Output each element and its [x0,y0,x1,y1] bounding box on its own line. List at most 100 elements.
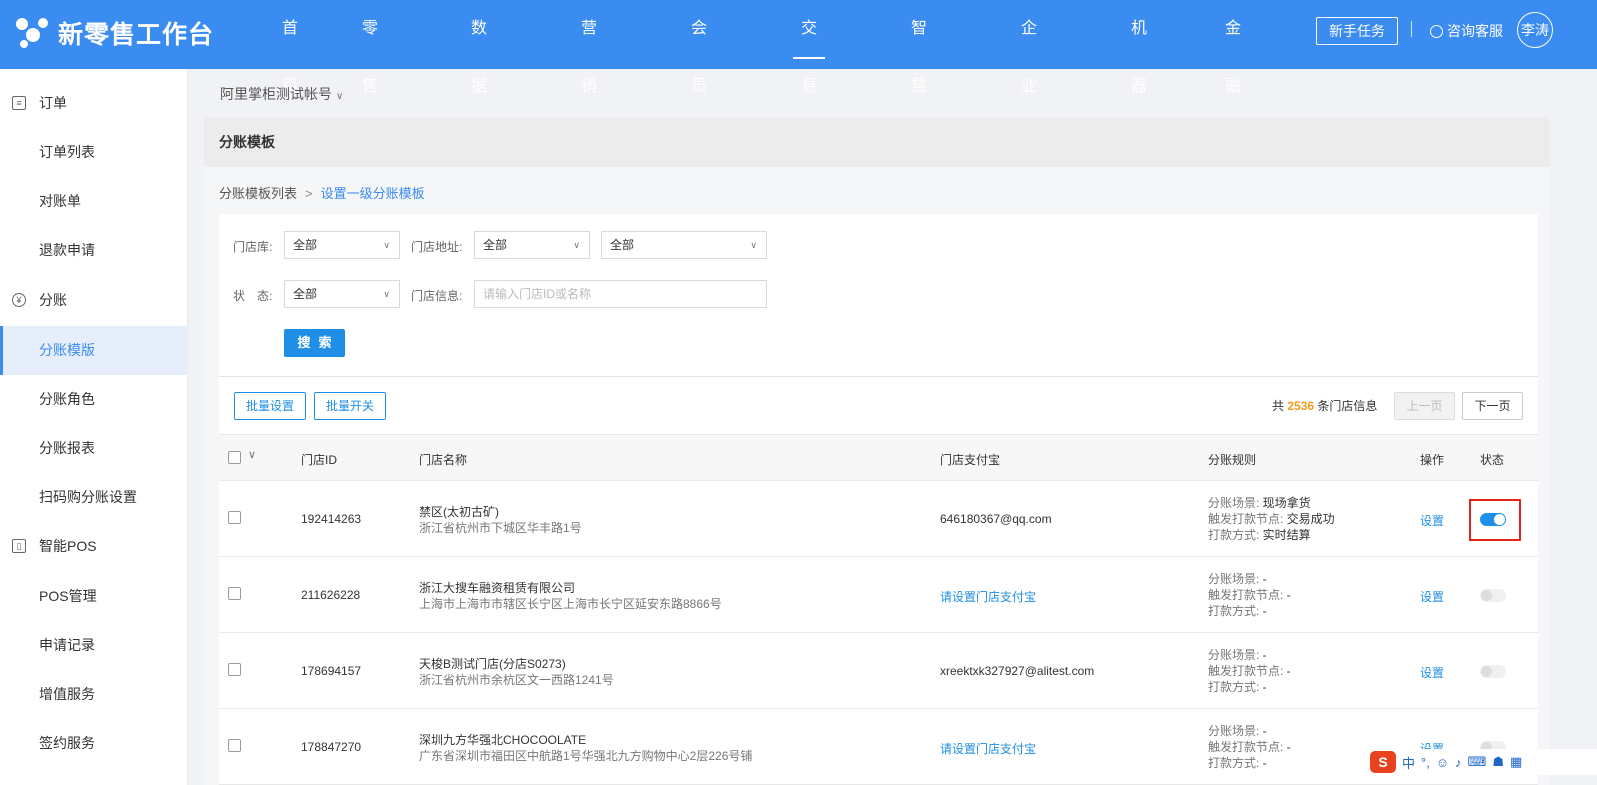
sogou-logo-icon[interactable]: S [1370,751,1396,773]
rule-method-label: 打款方式: [1208,528,1263,542]
nav-home[interactable]: 首页 [282,0,298,95]
settings-link[interactable]: 设置 [1420,588,1444,605]
newbie-task-button[interactable]: 新手任务 [1316,17,1398,45]
sidebar-item-statement[interactable]: 对账单 [0,177,188,226]
microphone-icon[interactable]: ♪ [1455,755,1462,770]
rule-trigger-label: 触发打款节点: [1208,740,1287,754]
chevron-right-icon: > [305,186,313,201]
breadcrumb-current: 设置一级分账模板 [320,186,425,201]
sidebar-item-pos-manage[interactable]: POS管理 [0,572,188,621]
headset-icon [1430,24,1443,38]
row-checkbox[interactable] [228,587,241,600]
store-info-label: 门店信息: [411,289,463,303]
city-value: 全部 [610,238,635,252]
sidebar-item-refund[interactable]: 退款申请 [0,226,188,275]
city-select[interactable]: 全部 ∨ [601,231,767,259]
sidebar-item-split-role[interactable]: 分账角色 [0,375,188,424]
next-page-button[interactable]: 下一页 [1462,392,1523,420]
sidebar-group-split[interactable]: ¥ 分账 [0,275,188,324]
total-suffix: 条门店信息 [1317,399,1378,413]
split-rule: 分账场景: - 触发打款节点: - 打款方式: - [1208,723,1291,771]
store-info-input[interactable]: 请输入门店ID或名称 [474,280,767,308]
settings-link[interactable]: 设置 [1420,664,1444,681]
province-select[interactable]: 全部 ∨ [474,231,590,259]
rule-method: - [1262,604,1267,618]
select-all-checkbox[interactable] [228,451,241,464]
keyboard-icon[interactable]: ⌨ [1468,754,1487,770]
app-title: 新零售工作台 [58,21,215,49]
status-label: 状 态: [233,289,273,303]
row-checkbox[interactable] [228,511,241,524]
store-alipay: 646180367@qq.com [940,512,1052,526]
toolbox-icon[interactable]: ▦ [1510,754,1522,770]
store-address: 上海市上海市市辖区长宁区上海市长宁区延安东路8866号 [419,597,722,611]
store-name: 天梭B测试门店(分店S0273) [419,657,566,671]
chevron-down-icon: ∨ [750,240,757,250]
sidebar-group-order[interactable]: ≡ 订单 [0,78,188,127]
skin-icon[interactable]: ☗ [1492,754,1504,770]
ime-language[interactable]: 中 [1402,753,1415,772]
nav-robot[interactable]: 机器人 [1131,0,1147,153]
store-id: 211626228 [301,588,361,602]
nav-marketing[interactable]: 营销中心 [581,0,597,211]
settings-link[interactable]: 设置 [1420,512,1444,529]
row-checkbox[interactable] [228,739,241,752]
header-alipay: 门店支付宝 [940,453,1001,467]
sidebar-item-order-list[interactable]: 订单列表 [0,128,188,177]
batch-set-button[interactable]: 批量设置 [234,392,306,420]
app-logo[interactable]: 新零售工作台 [14,14,214,52]
sidebar-group-pos[interactable]: ▯ 智能POS [0,521,188,570]
sidebar-item-split-template[interactable]: 分账模版 [0,326,188,375]
emoji-icon[interactable]: ☺ [1436,755,1449,770]
nav-smart-district[interactable]: 智慧商圈 [911,0,927,211]
set-alipay-link[interactable]: 请设置门店支付宝 [940,588,1036,605]
nav-retail[interactable]: 零售管理 [362,0,378,211]
rule-scene-label: 分账场景: [1208,724,1263,738]
breadcrumb-parent[interactable]: 分账模板列表 [219,186,297,201]
sidebar-item-value-added[interactable]: 增值服务 [0,670,188,719]
nav-finance[interactable]: 金融服务 [1225,0,1241,211]
rule-scene: - [1262,724,1267,738]
address-label: 门店地址: [411,240,463,254]
sidebar-item-scan-split-settings[interactable]: 扫码购分账设置 [0,473,188,522]
status-toggle[interactable] [1480,665,1506,678]
rule-trigger-label: 触发打款节点: [1208,512,1287,526]
store-lib-select[interactable]: 全部 ∨ [284,231,400,259]
sidebar-item-sign-service[interactable]: 签约服务 [0,719,188,768]
nav-enterprise[interactable]: 企业管理 [1021,0,1037,211]
rule-scene: - [1262,572,1267,586]
sidebar-item-apply-record[interactable]: 申请记录 [0,621,188,670]
store-lib-label: 门店库: [233,240,273,254]
prev-page-button[interactable]: 上一页 [1394,392,1455,420]
table-row: 211626228 浙江大搜车融资租赁有限公司 上海市上海市市辖区长宁区上海市长… [219,557,1538,633]
rule-method-label: 打款方式: [1208,604,1263,618]
nav-member[interactable]: 会员中心 [691,0,707,211]
set-alipay-link[interactable]: 请设置门店支付宝 [940,740,1036,757]
document-icon: ≡ [12,95,26,110]
status-select[interactable]: 全部 ∨ [284,280,400,308]
chevron-down-icon: ∨ [383,289,390,299]
account-selector[interactable]: 阿里掌柜测试帐号 ∨ [220,84,343,104]
customer-service-label: 咨询客服 [1447,23,1503,39]
search-button[interactable]: 搜索 [284,329,345,357]
chevron-down-icon[interactable]: ∨ [248,448,256,461]
nav-data-center[interactable]: 数据中心 [471,0,487,211]
nav-trade[interactable]: 交易中心 [792,0,826,211]
batch-switch-button[interactable]: 批量开关 [314,392,386,420]
punctuation-icon[interactable]: °, [1421,755,1430,770]
province-value: 全部 [483,238,508,252]
split-rule: 分账场景: - 触发打款节点: - 打款方式: - [1208,647,1291,695]
breadcrumb: 分账模板列表 > 设置一级分账模板 [219,183,425,202]
chevron-down-icon: ∨ [383,240,390,250]
rule-trigger: - [1286,588,1291,602]
sidebar-item-split-report[interactable]: 分账报表 [0,424,188,473]
table-header: ∨ 门店ID 门店名称 门店支付宝 分账规则 操作 状态 [219,434,1538,481]
customer-service-link[interactable]: 咨询客服 [1430,21,1503,41]
pos-icon: ▯ [12,538,26,553]
rule-scene-label: 分账场景: [1208,572,1263,586]
top-navbar: 新零售工作台 首页 零售管理 数据中心 营销中心 会员中心 交易中心 智慧商圈 … [0,0,1597,211]
status-toggle[interactable] [1480,589,1506,602]
header-store-name: 门店名称 [419,453,468,467]
user-avatar[interactable]: 李涛 [1517,12,1553,48]
row-checkbox[interactable] [228,663,241,676]
